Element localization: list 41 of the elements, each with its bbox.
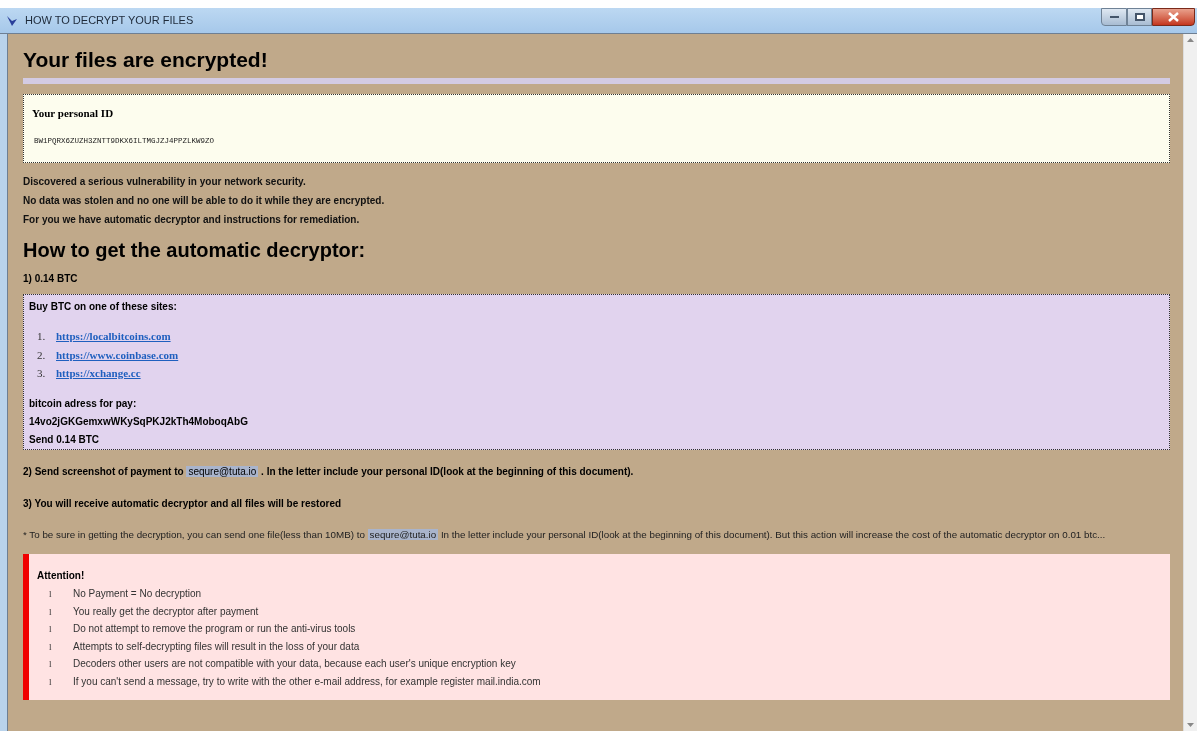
- close-icon: [1168, 12, 1179, 22]
- step-text: 2) Send screenshot of payment to sequre@tuta.io . In the letter include your personal ID(look at the beginning of this document).: [23, 464, 635, 479]
- list-number: 3.: [37, 366, 47, 381]
- scroll-up-icon[interactable]: [1187, 38, 1194, 42]
- close-button[interactable]: [1152, 8, 1195, 26]
- id-label: Your personal ID: [32, 106, 115, 121]
- attention-item: Do not attempt to remove the program or run the anti-virus tools: [73, 622, 356, 637]
- attention-title: Attention!: [37, 569, 86, 584]
- bullet-mark: l: [49, 640, 53, 654]
- list-number: 2.: [37, 347, 47, 363]
- attention-item: Attempts to self-decrypting files will result in the loss of your data: [73, 639, 360, 654]
- maximize-button[interactable]: [1127, 8, 1152, 26]
- note-text: * To be sure in getting the decryption, you can send one file(less than 10MB) to sequre@tuta.io In the letter include your personal ID(look at the beginning of this document). But this action will increase the cost of the automatic decryptor on 0.01 btc...: [23, 527, 1107, 542]
- attention-item: No Payment = No decryption: [73, 587, 202, 602]
- step-text: 3) You will receive automatic decryptor and all files will be restored: [23, 496, 343, 511]
- buy-title: Buy BTC on one of these sites:: [29, 300, 178, 314]
- app-icon: [5, 13, 19, 28]
- bitcoin-address: 14vo2jGKGemxwWKySqPKJ2kTh4MoboqAbG: [29, 414, 249, 429]
- attention-item: Decoders other users are not compatible with your data, because each user's unique encryption key: [73, 657, 516, 672]
- site-link[interactable]: https://xchange.cc: [56, 365, 141, 382]
- intro-line: Discovered a serious vulnerability in your network security.: [23, 175, 307, 189]
- list-number: 1.: [37, 329, 47, 344]
- intro-line: For you we have automatic decryptor and instructions for remediation.: [23, 213, 361, 227]
- site-link[interactable]: https://localbitcoins.com: [56, 328, 171, 345]
- intro-line: No data was stolen and no one will be able to do it while they are encrypted.: [23, 194, 386, 208]
- section-heading: How to get the automatic decryptor:: [23, 238, 367, 263]
- bullet-mark: l: [49, 658, 53, 672]
- step-text: 1) 0.14 BTC: [23, 272, 79, 286]
- address-label: bitcoin adress for pay:: [29, 396, 138, 411]
- bullet-mark: l: [49, 675, 53, 689]
- send-text: Send 0.14 BTC: [29, 432, 101, 447]
- minimize-button[interactable]: [1101, 8, 1127, 26]
- window-title: HOW TO DECRYPT YOUR FILES: [25, 13, 194, 29]
- site-link[interactable]: https://www.coinbase.com: [56, 346, 179, 363]
- page-heading: Your files are encrypted!: [23, 47, 269, 73]
- bullet-mark: l: [49, 623, 53, 637]
- attention-item: You really get the decryptor after payment: [73, 604, 259, 619]
- attention-item: If you can't send a message, try to write with the other e-mail address, for example register mail.india.com: [73, 674, 541, 689]
- bullet-mark: l: [49, 605, 53, 619]
- bullet-mark: l: [49, 588, 53, 602]
- scroll-down-icon[interactable]: [1187, 723, 1194, 727]
